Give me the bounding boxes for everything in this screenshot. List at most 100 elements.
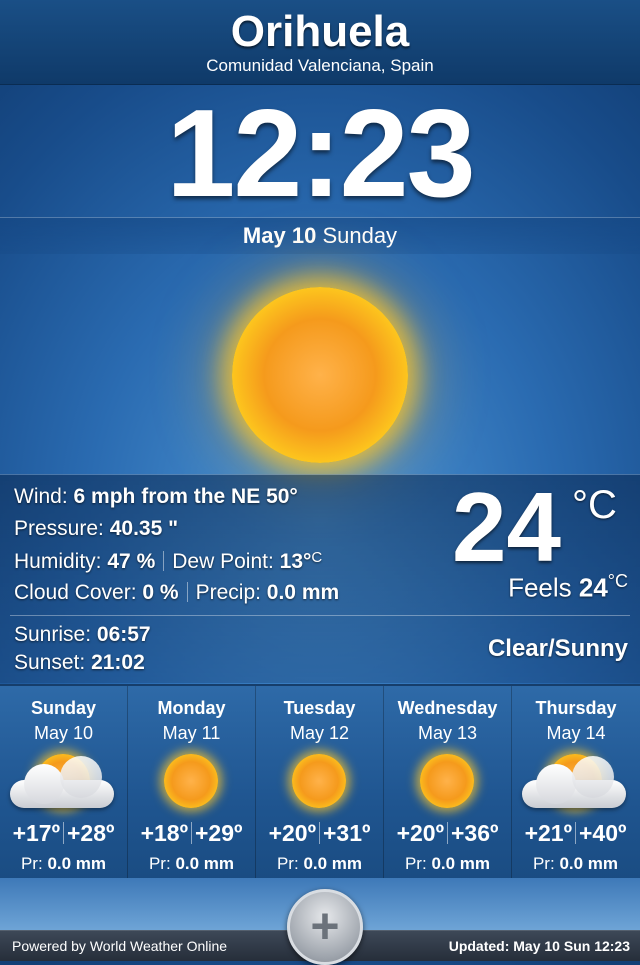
precip-value: 0.0 mm xyxy=(303,854,363,873)
dew-point-label: Dew Point: xyxy=(172,550,274,573)
divider xyxy=(10,615,630,616)
forecast-high: +36º xyxy=(451,820,499,846)
forecast-day-name: Monday xyxy=(157,698,226,718)
forecast-day-date: May 13 xyxy=(417,723,478,743)
wind-row: Wind: 6 mph from the NE 50° xyxy=(14,485,298,509)
separator xyxy=(319,822,320,844)
cloud-cover-value: 0 % xyxy=(142,581,179,604)
forecast-temps: +18º +29º xyxy=(128,820,255,847)
precip-label: Pr: xyxy=(404,854,427,873)
cloud-icon xyxy=(10,756,114,808)
forecast-precip: Pr: 0.0 mm xyxy=(128,854,255,874)
forecast-temps: +21º +40º xyxy=(512,820,639,847)
precip-label: Pr: xyxy=(532,854,555,873)
plus-icon: + xyxy=(310,898,340,954)
forecast-precip: Pr: 0.0 mm xyxy=(256,854,383,874)
separator xyxy=(186,582,188,602)
forecast-high: +29º xyxy=(195,820,243,846)
forecast-low: +17º xyxy=(12,820,60,846)
wind-label: Wind: xyxy=(14,485,68,508)
forecast-day[interactable]: Tuesday May 12 +20º +31º Pr: 0.0 mm xyxy=(256,686,384,880)
wind-degree: 50° xyxy=(266,485,298,508)
forecast-day[interactable]: Sunday May 10 +17º +28º Pr: 0.0 mm xyxy=(0,686,128,880)
sunset-label: Sunset: xyxy=(14,651,86,674)
precip-value: 0.0 mm xyxy=(266,581,340,604)
precip-label: Pr: xyxy=(276,854,299,873)
precip-label: Pr: xyxy=(20,854,43,873)
precip-value: 0.0 mm xyxy=(559,854,619,873)
forecast-precip: Pr: 0.0 mm xyxy=(0,854,127,874)
date-bar: May 10 Sunday xyxy=(0,217,640,254)
forecast-day-name: Thursday xyxy=(535,698,617,718)
forecast-day[interactable]: Monday May 11 +18º +29º Pr: 0.0 mm xyxy=(128,686,256,880)
cloud-cover-label: Cloud Cover: xyxy=(14,581,137,604)
updated-timestamp: Updated: May 10 Sun 12:23 xyxy=(448,938,630,954)
forecast-day-date: May 14 xyxy=(546,723,606,743)
sunrise-label: Sunrise: xyxy=(14,623,92,646)
sunset-row: Sunset: 21:02 xyxy=(14,651,145,675)
forecast-low: +18º xyxy=(140,820,188,846)
forecast-day-name: Tuesday xyxy=(283,698,356,718)
current-conditions-panel: Wind: 6 mph from the NE 50° Pressure: 40… xyxy=(0,474,640,683)
humidity-label: Humidity: xyxy=(14,550,102,573)
dew-point-value: 13° xyxy=(279,550,312,573)
separator xyxy=(63,822,64,844)
pressure-label: Pressure: xyxy=(14,517,104,540)
temperature-unit: °C xyxy=(572,483,617,527)
powered-by-link[interactable]: Powered by World Weather Online xyxy=(12,931,227,961)
feels-unit: °C xyxy=(607,571,628,591)
sun-icon xyxy=(164,754,218,808)
forecast-precip: Pr: 0.0 mm xyxy=(512,854,639,874)
sunrise-value: 06:57 xyxy=(96,623,151,646)
precip-value: 0.0 mm xyxy=(431,854,491,873)
sunrise-row: Sunrise: 06:57 xyxy=(14,623,151,647)
feels-label: Feels xyxy=(508,572,572,603)
pressure-value: 40.35 " xyxy=(109,517,179,540)
precip-label: Precip: xyxy=(195,581,261,604)
forecast-low: +20º xyxy=(396,820,444,846)
city-name: Orihuela xyxy=(230,7,410,56)
clock-time: 12:23 xyxy=(166,85,475,223)
humidity-row: Humidity: 47 % Dew Point: 13°C xyxy=(14,549,322,574)
forecast-low: +20º xyxy=(268,820,316,846)
sun-icon xyxy=(420,754,474,808)
feels-value: 24 xyxy=(578,572,608,603)
separator xyxy=(191,822,192,844)
separator xyxy=(447,822,448,844)
cloud-icon xyxy=(522,756,626,808)
forecast-day-date: May 12 xyxy=(289,723,350,743)
precip-value: 0.0 mm xyxy=(175,854,235,873)
forecast-temps: +17º +28º xyxy=(0,820,127,847)
forecast-high: +28º xyxy=(67,820,115,846)
sunset-value: 21:02 xyxy=(91,651,145,674)
pressure-row: Pressure: 40.35 " xyxy=(14,517,178,541)
sun-icon xyxy=(232,287,408,463)
region-name: Comunidad Valenciana, Spain xyxy=(206,56,434,75)
separator xyxy=(163,551,165,571)
cloud-row: Cloud Cover: 0 % Precip: 0.0 mm xyxy=(14,581,339,605)
wind-value: 6 mph from the NE xyxy=(73,485,261,508)
separator xyxy=(575,822,576,844)
forecast-temps: +20º +36º xyxy=(384,820,511,847)
precip-value: 0.0 mm xyxy=(47,854,107,873)
condition-text: Clear/Sunny xyxy=(487,635,628,662)
sun-icon xyxy=(292,754,346,808)
current-temperature: 24 xyxy=(452,472,562,582)
forecast-day[interactable]: Wednesday May 13 +20º +36º Pr: 0.0 mm xyxy=(384,686,512,880)
forecast-day-name: Wednesday xyxy=(397,698,498,718)
date-weekday: Sunday xyxy=(322,223,398,248)
forecast-day[interactable]: Thursday May 14 +21º +40º Pr: 0.0 mm xyxy=(512,686,640,880)
precip-label: Pr: xyxy=(148,854,171,873)
forecast-precip: Pr: 0.0 mm xyxy=(384,854,511,874)
forecast-temps: +20º +31º xyxy=(256,820,383,847)
date-day: May 10 xyxy=(242,223,317,248)
dew-point-unit: C xyxy=(311,549,323,566)
feels-like: Feels 24°C xyxy=(508,571,628,604)
location-header: Orihuela Comunidad Valenciana, Spain xyxy=(0,0,640,85)
forecast-strip: Sunday May 10 +17º +28º Pr: 0.0 mm Monday… xyxy=(0,684,640,880)
forecast-day-date: May 11 xyxy=(162,723,221,743)
forecast-day-date: May 10 xyxy=(33,723,94,743)
add-location-button[interactable]: + xyxy=(287,889,363,965)
forecast-high: +40º xyxy=(579,820,627,846)
forecast-high: +31º xyxy=(323,820,371,846)
